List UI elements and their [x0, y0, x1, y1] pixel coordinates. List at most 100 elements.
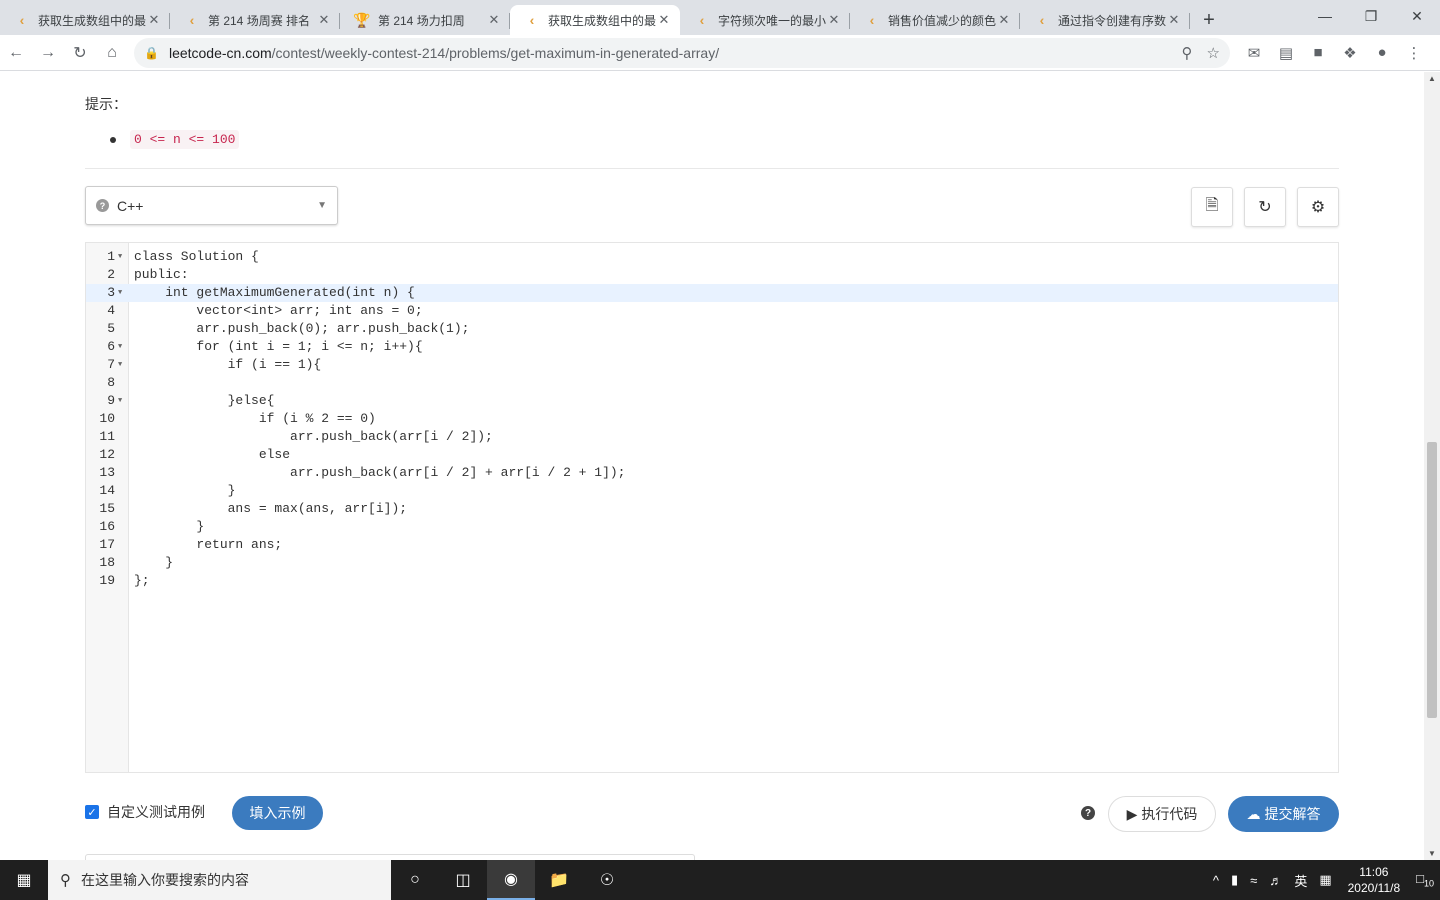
line-number: 1 [107, 249, 115, 264]
code-line[interactable]: 9 ▼ }else{ [86, 392, 1338, 410]
browser-tab[interactable]: ‹ 获取生成数组中的最 ✕ [510, 5, 680, 35]
back-icon[interactable]: ← [0, 37, 32, 69]
checkbox-checked-icon[interactable]: ✓ [85, 805, 99, 819]
reset-code-button[interactable]: ↻ [1244, 187, 1286, 227]
close-tab-icon[interactable]: ✕ [996, 12, 1012, 28]
code-line[interactable]: 2 public: [86, 266, 1338, 284]
zoom-icon[interactable]: ⚲ [1182, 44, 1193, 62]
browser-tab[interactable]: ‹ 通过指令创建有序数 ✕ [1020, 5, 1190, 35]
code-line[interactable]: 17 return ans; [86, 536, 1338, 554]
notification-center-icon[interactable]: □10 [1410, 871, 1440, 889]
submit-button[interactable]: ☁ 提交解答 [1228, 796, 1339, 832]
address-bar[interactable]: 🔒 leetcode-cn.com/contest/weekly-contest… [134, 37, 1230, 68]
code-text: vector<int> arr; int ans = 0; [134, 303, 423, 318]
fold-arrow-icon[interactable]: ▼ [118, 248, 122, 266]
file-explorer-icon[interactable]: 📁 [535, 860, 583, 900]
close-window-icon[interactable]: ✕ [1394, 0, 1440, 32]
extensions-puzzle-icon[interactable]: ❖ [1334, 44, 1366, 62]
battery-icon[interactable]: ▮ [1225, 872, 1244, 888]
taskbar-search-box[interactable]: ⚲ 在这里输入你要搜索的内容 [48, 860, 391, 900]
scroll-down-icon[interactable]: ▼ [1428, 849, 1436, 858]
code-line[interactable]: 6 ▼ for (int i = 1; i <= n; i++){ [86, 338, 1338, 356]
windows-start-icon[interactable]: ▦ [0, 860, 48, 900]
forward-icon[interactable]: → [32, 37, 64, 69]
close-tab-icon[interactable]: ✕ [486, 12, 502, 28]
new-tab-button[interactable]: + [1194, 5, 1224, 35]
network-icon[interactable]: ≈ [1244, 873, 1263, 888]
volume-icon[interactable]: ♬ [1263, 873, 1288, 888]
code-line[interactable]: 16 } [86, 518, 1338, 536]
line-number: 5 [107, 321, 115, 336]
line-number: 17 [99, 537, 115, 552]
fold-arrow-icon[interactable]: ▼ [118, 284, 122, 302]
line-number: 3 [107, 285, 115, 300]
code-line[interactable]: 7 ▼ if (i == 1){ [86, 356, 1338, 374]
mail-extension-icon[interactable]: ✉ [1238, 44, 1270, 62]
close-tab-icon[interactable]: ✕ [656, 12, 672, 28]
color-extension-icon[interactable]: ■ [1302, 44, 1334, 61]
scroll-up-icon[interactable]: ▲ [1428, 74, 1436, 83]
profile-avatar-icon[interactable]: ● [1366, 44, 1398, 61]
browser-tab[interactable]: ‹ 第 214 场周赛 排名 ✕ [170, 5, 340, 35]
code-line[interactable]: 12 else [86, 446, 1338, 464]
code-text: class Solution { [134, 249, 259, 264]
obs-icon[interactable]: ☉ [583, 860, 631, 900]
code-editor[interactable]: 1 ▼ class Solution {2 public: 3 ▼ int getMaxi… [85, 242, 1339, 773]
fold-arrow-icon[interactable]: ▼ [118, 356, 122, 374]
tab-title: 字符频次唯一的最小 [718, 13, 826, 28]
leetcode-icon: ‹ [869, 12, 875, 28]
code-line[interactable]: 8 [86, 374, 1338, 392]
close-tab-icon[interactable]: ✕ [316, 12, 332, 28]
editor-settings-button[interactable]: ⚙ [1297, 187, 1339, 227]
page-scrollbar[interactable]: ▲ ▼ [1424, 72, 1440, 860]
browser-tab[interactable]: ‹ 销售价值减少的颜色 ✕ [850, 5, 1020, 35]
browser-menu-icon[interactable]: ⋮ [1398, 44, 1430, 62]
code-line[interactable]: 19}; [86, 572, 1338, 590]
code-line[interactable]: 10 if (i % 2 == 0) [86, 410, 1338, 428]
clock[interactable]: 11:06 2020/11/8 [1338, 864, 1411, 896]
close-tab-icon[interactable]: ✕ [146, 12, 162, 28]
bullet-icon [110, 136, 116, 143]
code-line[interactable]: 14 } [86, 482, 1338, 500]
ime-indicator[interactable]: 英 [1288, 871, 1313, 890]
fold-arrow-icon[interactable]: ▼ [118, 338, 122, 356]
code-text: public: [134, 267, 189, 282]
clock-date: 2020/11/8 [1347, 881, 1401, 895]
fill-example-button[interactable]: 填入示例 [232, 796, 323, 830]
action-bar: ✓ 自定义测试用例 填入示例 ? ▶ 执行代码 ☁ 提交解答 [85, 794, 1339, 834]
browser-tab[interactable]: 🏆 第 214 场力扣周 ✕ [340, 5, 510, 35]
cortana-icon[interactable]: ○ [391, 860, 439, 900]
document-extension-icon[interactable]: ▤ [1270, 44, 1302, 62]
close-tab-icon[interactable]: ✕ [826, 12, 842, 28]
browser-tab[interactable]: ‹ 获取生成数组中的最 ✕ [0, 5, 170, 35]
fold-arrow-icon[interactable]: ▼ [118, 392, 122, 410]
code-line[interactable]: 1 ▼ class Solution { [86, 248, 1338, 266]
code-line[interactable]: 15 ans = max(ans, arr[i]); [86, 500, 1338, 518]
bookmark-star-icon[interactable]: ☆ [1207, 44, 1220, 62]
home-icon[interactable]: ⌂ [96, 37, 128, 69]
code-line[interactable]: 5 arr.push_back(0); arr.push_back(1); [86, 320, 1338, 338]
code-line[interactable]: 11 arr.push_back(arr[i / 2]); [86, 428, 1338, 446]
chevron-up-icon[interactable]: ^ [1207, 873, 1225, 888]
run-code-button[interactable]: ▶ 执行代码 [1108, 796, 1216, 832]
restore-icon[interactable]: ❐ [1348, 0, 1394, 32]
code-line[interactable]: 3 ▼ int getMaximumGenerated(int n) { [86, 284, 1338, 302]
code-text: arr.push_back(0); arr.push_back(1); [134, 321, 470, 336]
language-select[interactable]: ? C++ ▼ [85, 186, 338, 225]
close-tab-icon[interactable]: ✕ [1166, 12, 1182, 28]
reload-icon[interactable]: ↻ [64, 37, 96, 69]
template-file-button[interactable]: 🗎 [1191, 187, 1233, 227]
browser-tab[interactable]: ‹ 字符频次唯一的最小 ✕ [680, 5, 850, 35]
ime-grid-icon[interactable]: ▦ [1313, 872, 1337, 888]
minimize-icon[interactable]: — [1302, 0, 1348, 32]
scrollbar-thumb[interactable] [1427, 442, 1437, 718]
code-line[interactable]: 18 } [86, 554, 1338, 572]
tab-title: 获取生成数组中的最 [548, 13, 656, 28]
code-line[interactable]: 4 vector<int> arr; int ans = 0; [86, 302, 1338, 320]
task-view-icon[interactable]: ◫ [439, 860, 487, 900]
code-line[interactable]: 13 arr.push_back(arr[i / 2] + arr[i / 2 … [86, 464, 1338, 482]
custom-test-checkbox[interactable]: ✓ 自定义测试用例 [85, 802, 205, 822]
chrome-taskbar-icon[interactable]: ◉ [487, 860, 535, 900]
help-icon[interactable]: ? [1081, 806, 1095, 820]
code-text: return ans; [134, 537, 283, 552]
